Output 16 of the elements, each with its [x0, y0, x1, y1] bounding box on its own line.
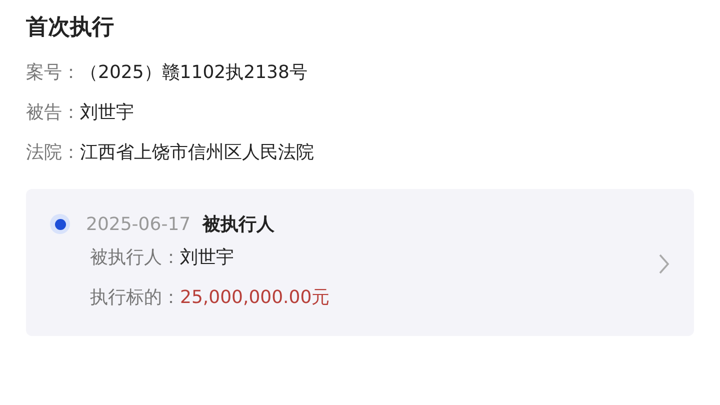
entry-label: 被执行人：: [90, 246, 180, 270]
entry-heading: 被执行人: [202, 212, 275, 237]
field-label: 法院：: [26, 140, 80, 165]
timeline-card[interactable]: 2025-06-17 被执行人 被执行人：刘世宇 执行标的：25,000,000.00元: [26, 188, 694, 336]
timeline-dot-icon: [50, 214, 70, 234]
field-value: 江西省上饶市信州区人民法院: [80, 140, 314, 165]
entry-value: 25,000,000.00元: [180, 286, 330, 310]
entry-date: 2025-06-17: [86, 212, 191, 237]
chevron-right-icon: [658, 253, 670, 276]
entry-value: 刘世宇: [180, 246, 234, 270]
section-title: 首次执行: [26, 14, 115, 42]
field-label: 案号：: [26, 60, 80, 85]
entry-label: 执行标的：: [90, 286, 180, 310]
field-value: （2025）赣1102执2138号: [80, 60, 308, 85]
field-value: 刘世宇: [80, 100, 134, 125]
field-label: 被告：: [26, 100, 80, 125]
